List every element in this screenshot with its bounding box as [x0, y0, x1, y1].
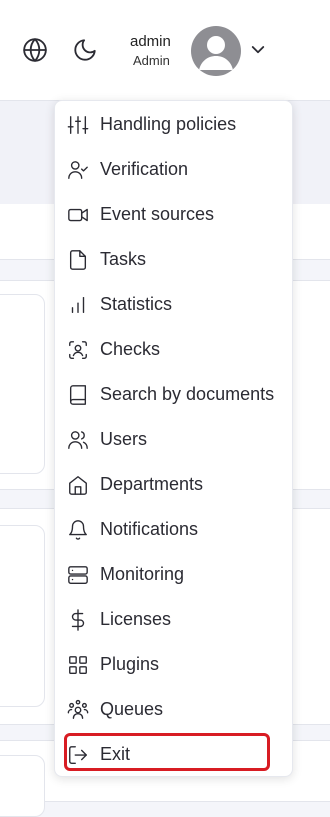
top-bar: admin Admin — [0, 0, 330, 101]
globe-icon[interactable] — [22, 37, 48, 63]
menu-item-label: Plugins — [100, 654, 160, 674]
menu-item-notifications[interactable]: Notifications — [55, 507, 292, 552]
menu-item-label: Licenses — [100, 609, 172, 629]
user-name: admin — [130, 33, 171, 50]
avatar[interactable] — [191, 26, 241, 76]
book-icon — [67, 384, 89, 406]
menu-item-label: Event sources — [100, 204, 215, 224]
people-group-icon — [67, 699, 89, 721]
sliders-icon — [67, 114, 89, 136]
menu-item-licenses[interactable]: Licenses — [55, 597, 292, 642]
menu-item-monitoring[interactable]: Monitoring — [55, 552, 292, 597]
users-icon — [67, 429, 89, 451]
menu-item-label: Search by documents — [100, 384, 275, 404]
menu-item-label: Queues — [100, 699, 164, 719]
menu-item-verification[interactable]: Verification — [55, 147, 292, 192]
face-scan-icon — [67, 339, 89, 361]
file-icon — [67, 249, 89, 271]
menu-item-statistics[interactable]: Statistics — [55, 282, 292, 327]
menu-item-label: Users — [100, 429, 148, 449]
menu-item-checks[interactable]: Checks — [55, 327, 292, 372]
menu-item-label: Monitoring — [100, 564, 185, 584]
menu-item-label: Tasks — [100, 249, 147, 269]
bell-icon — [67, 519, 89, 541]
menu-item-label: Departments — [100, 474, 204, 494]
moon-icon[interactable] — [72, 37, 98, 63]
home-icon — [67, 474, 89, 496]
grid-icon — [67, 654, 89, 676]
server-icon — [67, 564, 89, 586]
chevron-down-icon[interactable] — [249, 41, 267, 59]
bar-chart-icon — [67, 294, 89, 316]
menu-item-label: Handling policies — [100, 114, 237, 134]
background-card — [0, 755, 45, 817]
menu-item-users[interactable]: Users — [55, 417, 292, 462]
menu-item-handling-policies[interactable]: Handling policies — [55, 102, 292, 147]
exit-highlight-box — [64, 733, 270, 771]
menu-item-label: Notifications — [100, 519, 199, 539]
user-role: Admin — [133, 53, 170, 68]
menu-item-plugins[interactable]: Plugins — [55, 642, 292, 687]
menu-item-label: Statistics — [100, 294, 173, 314]
menu-item-queues[interactable]: Queues — [55, 687, 292, 732]
background-card — [0, 525, 45, 707]
user-check-icon — [67, 159, 89, 181]
menu-item-departments[interactable]: Departments — [55, 462, 292, 507]
user-dropdown-menu: Handling policies Verification Event sou… — [54, 100, 293, 777]
menu-item-label: Verification — [100, 159, 189, 179]
menu-item-event-sources[interactable]: Event sources — [55, 192, 292, 237]
menu-item-tasks[interactable]: Tasks — [55, 237, 292, 282]
dollar-icon — [67, 608, 89, 631]
video-icon — [67, 204, 89, 226]
background-card — [0, 294, 45, 474]
menu-item-search-by-documents[interactable]: Search by documents — [55, 372, 292, 417]
menu-item-label: Checks — [100, 339, 161, 359]
